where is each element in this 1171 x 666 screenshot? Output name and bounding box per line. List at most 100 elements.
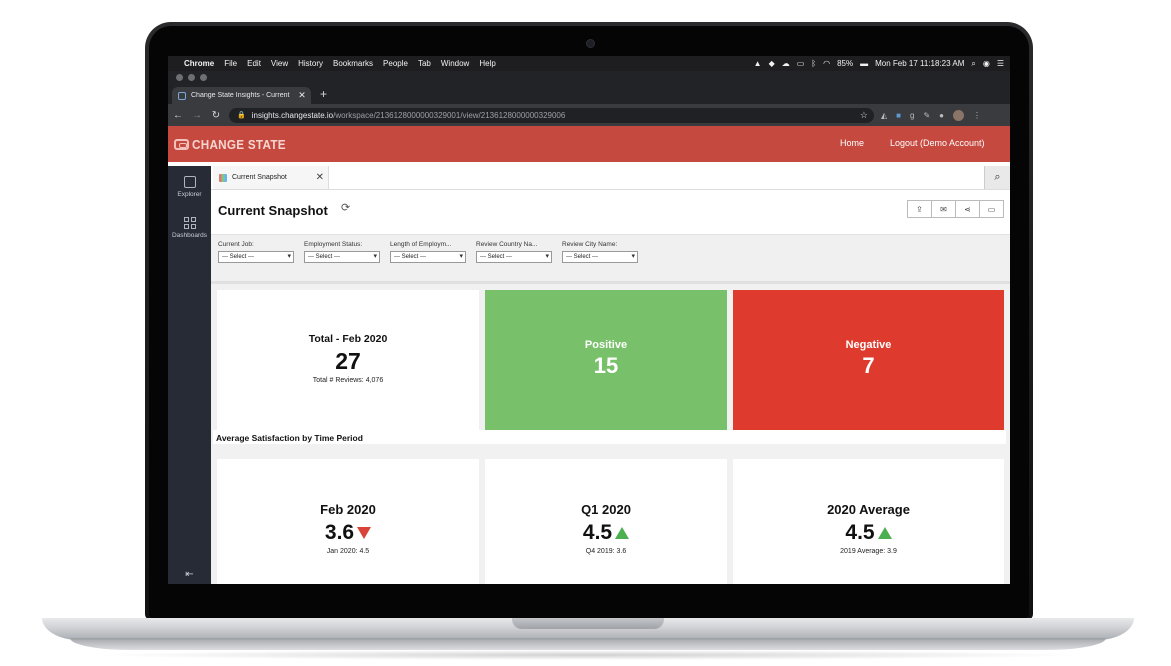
user-icon[interactable]: ◉ (983, 59, 990, 68)
bluetooth-icon[interactable]: ᛒ (811, 59, 816, 68)
laptop-base-bottom (70, 638, 1106, 650)
laptop-notch (512, 618, 664, 629)
email-icon[interactable]: ✉ (931, 200, 956, 218)
close-window-icon[interactable] (176, 74, 183, 81)
export-icon[interactable]: ⇪ (907, 200, 932, 218)
period-comparison: Q4 2019: 3.6 (585, 548, 627, 555)
profile-avatar[interactable] (953, 109, 964, 121)
change-state-logo[interactable]: CHANGE STATE (174, 137, 296, 152)
review-country-select[interactable]: --- Select --- (476, 251, 552, 263)
back-icon[interactable]: ← (172, 110, 184, 121)
cloud-icon[interactable]: ☁ (782, 59, 790, 68)
extension-circle-icon[interactable]: ● (939, 111, 944, 120)
period-card-feb-2020[interactable]: Feb 2020 3.6 Jan 2020: 4.5 (217, 459, 479, 584)
airplay-icon[interactable]: ▭ (797, 59, 805, 68)
dashboards-icon (183, 217, 196, 229)
menu-window[interactable]: Window (441, 59, 469, 68)
battery-icon[interactable]: ▬ (860, 59, 868, 68)
main-content: Current Snapshot ✕ ⌕ Current Snapshot ⟳ … (211, 166, 1010, 584)
kpi-positive-card[interactable]: Positive 15 (485, 290, 727, 433)
laptop-camera (586, 39, 595, 48)
menu-bookmarks[interactable]: Bookmarks (333, 59, 373, 68)
menu-app-name[interactable]: Chrome (184, 59, 214, 68)
app-body: Explorer Dashboards ⇤ Current Snapshot ✕… (168, 166, 1010, 584)
minimize-window-icon[interactable] (188, 74, 195, 81)
kpi-title: Total - Feb 2020 (308, 333, 388, 345)
length-of-employment-select[interactable]: --- Select --- (390, 251, 466, 263)
filter-label: Length of Employm... (390, 241, 452, 248)
document-tabs: Current Snapshot ✕ ⌕ (211, 166, 1010, 190)
period-comparison: Jan 2020: 4.5 (326, 548, 370, 555)
menubar-clock[interactable]: Mon Feb 17 11:18:23 AM (875, 59, 964, 68)
lock-icon[interactable]: 🔒 (237, 111, 246, 119)
menu-edit[interactable]: Edit (247, 59, 261, 68)
period-card-q1-2020[interactable]: Q1 2020 4.5 Q4 2019: 3.6 (485, 459, 727, 584)
browser-tab-title: Change State Insights - Current (191, 92, 290, 99)
reload-icon[interactable]: ↻ (210, 110, 222, 121)
filter-label: Review City Name: (562, 241, 618, 248)
page-title: Current Snapshot (218, 203, 328, 218)
kpi-total-card[interactable]: Total - Feb 2020 27 Total # Reviews: 4,0… (217, 290, 479, 433)
dashboard-tab-icon (219, 173, 227, 182)
tab-label: Current Snapshot (232, 174, 287, 181)
dropbox-icon[interactable]: ◆ (769, 59, 775, 68)
trend-up-icon (615, 527, 630, 539)
menu-help[interactable]: Help (479, 59, 495, 68)
close-tab-icon[interactable]: ✕ (297, 90, 307, 101)
kpi-value: 7 (862, 353, 875, 378)
filter-length-of-employment: Length of Employm... --- Select --- (390, 241, 466, 263)
zoom-window-icon[interactable] (200, 74, 207, 81)
battery-percent: 85% (837, 59, 854, 68)
menu-history[interactable]: History (298, 59, 323, 68)
kpi-title: Positive (584, 339, 628, 351)
drive-icon[interactable]: ▲ (754, 59, 762, 68)
extension-evernote-icon[interactable]: ✎ (923, 111, 930, 120)
kpi-title: Negative (845, 339, 892, 351)
period-value: 4.5 (582, 521, 613, 544)
collapse-icon[interactable]: ⇤ (168, 569, 211, 580)
period-value-row: 3.6 (217, 521, 479, 545)
filter-current-job: Current Job: --- Select --- (218, 241, 294, 263)
filter-review-city: Review City Name: --- Select --- (562, 241, 638, 263)
notification-center-icon[interactable]: ☰ (997, 59, 1004, 68)
dashboard-titlebar: Current Snapshot ⟳ ⇪ ✉ ⋖ ▭ (211, 190, 1010, 234)
menu-view[interactable]: View (271, 59, 288, 68)
kpi-negative-card[interactable]: Negative 7 (733, 290, 1004, 433)
new-tab-button[interactable]: + (320, 87, 327, 101)
close-tab-icon[interactable]: ✕ (316, 172, 324, 183)
menu-people[interactable]: People (383, 59, 408, 68)
share-icon[interactable]: ⋖ (955, 200, 980, 218)
home-link[interactable]: Home (840, 138, 864, 148)
wifi-icon[interactable]: ◠ (823, 59, 830, 68)
review-city-select[interactable]: --- Select --- (562, 251, 638, 263)
spotlight-icon[interactable]: ⌕ (971, 59, 975, 69)
extension-grammarly-icon[interactable]: g (910, 111, 914, 120)
screen: Chrome File Edit View History Bookmarks … (168, 56, 1010, 584)
filter-review-country: Review Country Na... --- Select --- (476, 241, 552, 263)
refresh-icon[interactable]: ⟳ (341, 201, 350, 214)
sidebar-item-dashboards[interactable]: Dashboards (168, 217, 211, 239)
period-value: 3.6 (324, 521, 355, 544)
tab-current-snapshot[interactable]: Current Snapshot ✕ (213, 166, 329, 189)
employment-status-select[interactable]: --- Select --- (304, 251, 380, 263)
filter-employment-status: Employment Status: --- Select --- (304, 241, 380, 263)
extension-robot-icon[interactable]: ■ (896, 111, 901, 120)
logout-link[interactable]: Logout (Demo Account) (890, 138, 985, 148)
forward-icon[interactable]: → (191, 110, 203, 121)
extension-drive-icon[interactable]: ◭ (881, 111, 887, 120)
sidebar-item-explorer[interactable]: Explorer (168, 176, 211, 198)
menu-file[interactable]: File (224, 59, 237, 68)
address-bar[interactable]: 🔒 insights.changestate.io/workspace/2136… (229, 107, 874, 123)
chrome-menu-icon[interactable]: ⋮ (973, 111, 981, 120)
search-icon[interactable]: ⌕ (984, 166, 1010, 189)
bookmark-star-icon[interactable]: ☆ (860, 110, 868, 121)
browser-tab[interactable]: Change State Insights - Current ✕ (172, 87, 311, 104)
current-job-select[interactable]: --- Select --- (218, 251, 294, 263)
section-title: Average Satisfaction by Time Period (216, 433, 363, 443)
comment-icon[interactable]: ▭ (979, 200, 1004, 218)
sidebar: Explorer Dashboards ⇤ (168, 166, 211, 584)
filter-label: Current Job: (218, 241, 254, 248)
menu-tab[interactable]: Tab (418, 59, 431, 68)
period-card-2020-average[interactable]: 2020 Average 4.5 2019 Average: 3.9 (733, 459, 1004, 584)
laptop-shadow (90, 650, 1086, 660)
